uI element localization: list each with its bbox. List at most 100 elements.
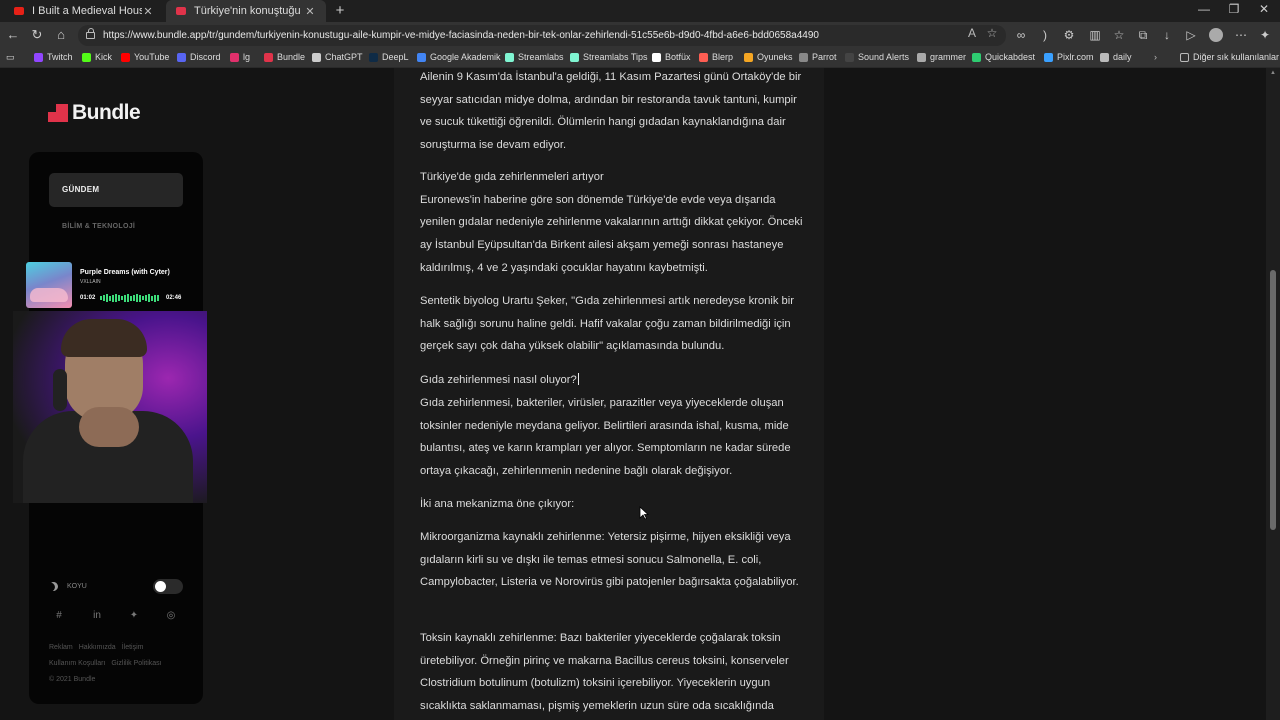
webcam-person-hair (61, 319, 147, 357)
bookmark-favicon-icon (312, 52, 321, 62)
profile-avatar[interactable] (1209, 28, 1223, 42)
audio-icon[interactable]: ) (1036, 26, 1054, 44)
favorite-star-icon[interactable]: ☆ (984, 26, 1000, 40)
bookmark-item[interactable]: Quickabdest (972, 52, 1035, 62)
extensions-icon[interactable]: ⚙ (1060, 26, 1078, 44)
extension-icon[interactable]: ∞ (1012, 26, 1030, 44)
bookmark-item[interactable]: Streamlabs Tips (570, 52, 648, 62)
page-scrollbar[interactable]: ▲ (1266, 68, 1280, 720)
read-aloud-icon[interactable]: A (964, 26, 980, 40)
scroll-up-icon[interactable]: ▲ (1270, 70, 1276, 76)
bookmark-item[interactable]: Parrot (799, 52, 837, 62)
bookmark-favicon-icon (1100, 52, 1109, 62)
slack-icon[interactable]: # (53, 610, 65, 622)
bookmark-item[interactable]: Kick (82, 52, 112, 62)
song-title: Purple Dreams (with Cyter) (80, 269, 170, 276)
song-artist: VXLLAIN (80, 279, 101, 285)
waveform-bar (145, 295, 147, 301)
tab-bundle[interactable]: Türkiye'nin konuştuğu aile: Kump ✕ (166, 0, 326, 22)
bookmark-item[interactable]: ChatGPT (312, 52, 363, 62)
bookmark-favicon-icon (570, 52, 579, 62)
split-screen-icon[interactable]: ▥ (1086, 26, 1104, 44)
navigation-bar: ← ↻ ⌂ https://www.bundle.app/tr/gundem/t… (0, 22, 1280, 48)
favorites-icon[interactable]: ☆ (1110, 26, 1128, 44)
downloads-icon[interactable]: ↓ (1158, 26, 1176, 44)
article-paragraph: Türkiye'de gıda zehirlenmeleri artıyor E… (420, 171, 803, 274)
bookmark-item[interactable]: Pixlr.com (1044, 52, 1094, 62)
reload-button[interactable]: ↻ (28, 26, 46, 44)
window-close-button[interactable]: ✕ (1254, 2, 1274, 16)
bookmark-label: Streamlabs (518, 52, 564, 62)
subheading-text: Gıda zehirlenmesi nasıl oluyor? (420, 374, 577, 386)
bookmark-favicon-icon (177, 52, 186, 62)
bookmark-label: daily (1113, 52, 1132, 62)
twitter-icon[interactable]: ✦ (128, 610, 140, 622)
home-button[interactable]: ⌂ (52, 26, 70, 44)
bookmark-favicon-icon (845, 52, 854, 62)
minimize-button[interactable]: — (1194, 2, 1214, 16)
tab-strip: I Built a Medieval House Using Pr ✕ Türk… (0, 0, 1280, 22)
copilot-icon[interactable]: ✦ (1256, 26, 1274, 44)
bookmark-item[interactable]: Blerp (699, 52, 733, 62)
new-tab-button[interactable]: + (332, 2, 348, 19)
waveform-bar (148, 294, 150, 302)
tab-title: I Built a Medieval House Using Pr (32, 5, 142, 17)
close-icon[interactable]: ✕ (142, 5, 154, 18)
footer-link[interactable]: Hakkımızda (79, 644, 116, 651)
webcam-overlay (13, 311, 207, 503)
site-logo[interactable]: Bundle (48, 101, 141, 125)
close-icon[interactable]: ✕ (304, 5, 316, 18)
chevron-right-icon[interactable]: › (1154, 52, 1157, 62)
waveform-bar (157, 295, 159, 301)
copyright: © 2021 Bundle (49, 676, 96, 683)
bookmark-item[interactable]: YouTube (121, 52, 169, 62)
bookmark-item[interactable]: Bundle (264, 52, 305, 62)
instagram-icon[interactable]: ◎ (165, 610, 177, 622)
bookmark-favicon-icon (417, 52, 426, 62)
webcam-person-hands (79, 407, 139, 447)
bookmark-favicon-icon (121, 52, 130, 62)
waveform-bar (151, 295, 153, 301)
bookmark-item[interactable]: Oyuneks (744, 52, 793, 62)
bookmark-label: Sound Alerts (858, 52, 910, 62)
bookmark-item[interactable]: DeepL (369, 52, 409, 62)
dark-mode-toggle[interactable] (153, 579, 183, 594)
share-icon[interactable]: ▷ (1182, 26, 1200, 44)
menu-icon[interactable]: ⋯ (1232, 26, 1250, 44)
scrollbar-thumb[interactable] (1270, 270, 1276, 530)
footer-link[interactable]: İletişim (122, 644, 144, 651)
bookmark-item[interactable]: Discord (177, 52, 221, 62)
waveform-bar (115, 294, 117, 302)
waveform-bar (139, 294, 141, 302)
bookmark-label: Twitch (47, 52, 73, 62)
tab-youtube[interactable]: I Built a Medieval House Using Pr ✕ (4, 0, 164, 22)
waveform-bar (109, 295, 111, 301)
bookmark-item[interactable]: Sound Alerts (845, 52, 909, 62)
bookmark-favicon-icon (1044, 52, 1053, 62)
back-button[interactable]: ← (4, 26, 22, 44)
bookmark-item[interactable]: daily (1100, 52, 1132, 62)
maximize-button[interactable]: ❐ (1224, 2, 1244, 16)
bookmark-item[interactable]: Streamlabs (505, 52, 564, 62)
nav-item-bilim-teknoloji[interactable]: BİLİM & TEKNOLOJİ (62, 223, 135, 230)
nav-item-gundem[interactable]: GÜNDEM (49, 173, 183, 207)
text-caret (577, 373, 579, 385)
reading-list-icon[interactable]: ▭ (6, 52, 15, 63)
other-bookmarks-folder[interactable]: Diğer sık kullanılanlar (1180, 52, 1279, 62)
bookmark-label: Quickabdest (985, 52, 1036, 62)
footer-link[interactable]: Gizlilik Politikası (111, 660, 161, 667)
footer-link[interactable]: Kullanım Koşulları (49, 660, 105, 667)
bookmark-item[interactable]: Twitch (34, 52, 73, 62)
bookmark-item[interactable]: lg (230, 52, 250, 62)
lock-icon (86, 28, 95, 39)
bookmark-item[interactable]: Google Akademik (417, 52, 501, 62)
linkedin-icon[interactable]: in (91, 610, 103, 622)
footer-links: Reklam Hakkımızda İletişim Kullanım Koşull… (49, 640, 189, 688)
theme-toggle-row: KOYU (49, 579, 183, 595)
waveform-bar (124, 294, 126, 302)
bookmark-item[interactable]: Botfüx (652, 52, 691, 62)
bookmark-item[interactable]: grammer (917, 52, 966, 62)
collections-icon[interactable]: ⧉ (1134, 26, 1152, 44)
footer-link[interactable]: Reklam (49, 644, 73, 651)
address-bar[interactable]: https://www.bundle.app/tr/gundem/turkiye… (78, 25, 1006, 46)
